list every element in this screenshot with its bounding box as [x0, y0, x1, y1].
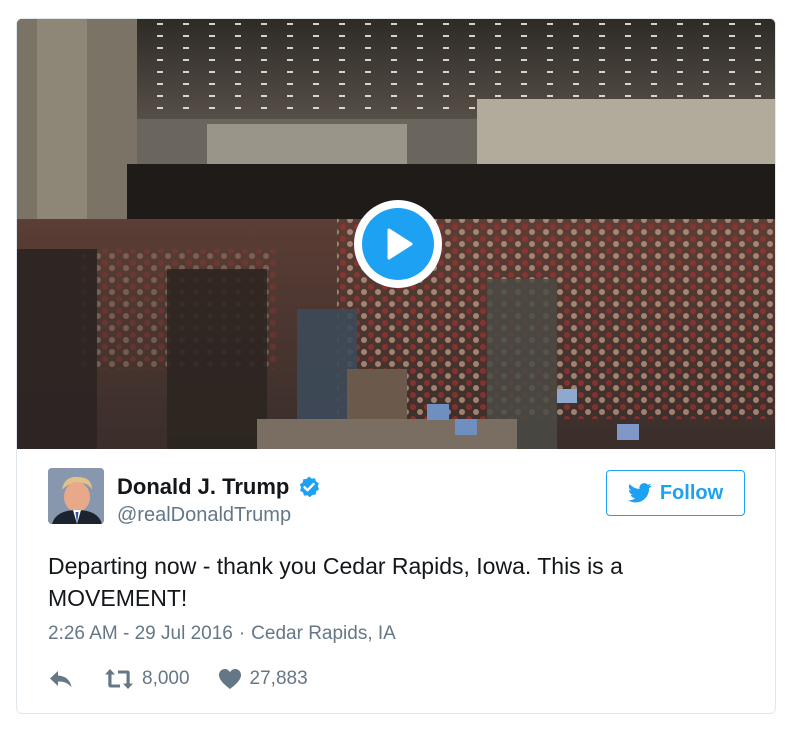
avatar[interactable] — [48, 468, 104, 524]
tweet-text: Departing now - thank you Cedar Rapids, … — [48, 553, 623, 611]
author-display-name[interactable]: Donald J. Trump — [117, 474, 289, 500]
follow-button-label: Follow — [659, 481, 724, 504]
play-button[interactable] — [354, 200, 442, 288]
twitter-bird-icon — [627, 483, 652, 503]
retweet-icon — [105, 669, 133, 689]
verified-badge-icon — [297, 475, 321, 499]
like-count: 27,883 — [249, 668, 308, 689]
follow-button[interactable]: Follow — [606, 470, 745, 516]
reply-icon — [50, 671, 72, 688]
heart-icon — [218, 669, 241, 689]
video-thumbnail[interactable] — [17, 19, 775, 449]
reply-button[interactable] — [48, 668, 104, 690]
retweet-button[interactable]: 8,000 — [104, 668, 190, 690]
tweet-location[interactable]: Cedar Rapids, IA — [251, 623, 396, 644]
like-button[interactable]: 27,883 — [218, 668, 308, 690]
author-handle[interactable]: @realDonaldTrump — [117, 504, 291, 527]
retweet-count: 8,000 — [142, 668, 190, 689]
tweet-card: Donald J. Trump @realDonaldTrump Follow … — [16, 18, 776, 714]
profile-photo — [48, 468, 104, 524]
tweet-actions: 8,000 27,883 — [48, 665, 308, 693]
meta-separator: · — [238, 623, 246, 644]
play-icon — [362, 208, 434, 280]
tweet-timestamp[interactable]: 2:26 AM - 29 Jul 2016 — [48, 623, 233, 644]
tweet-meta: 2:26 AM - 29 Jul 2016 · Cedar Rapids, IA — [48, 623, 396, 645]
author-name-row[interactable]: Donald J. Trump — [117, 474, 321, 500]
